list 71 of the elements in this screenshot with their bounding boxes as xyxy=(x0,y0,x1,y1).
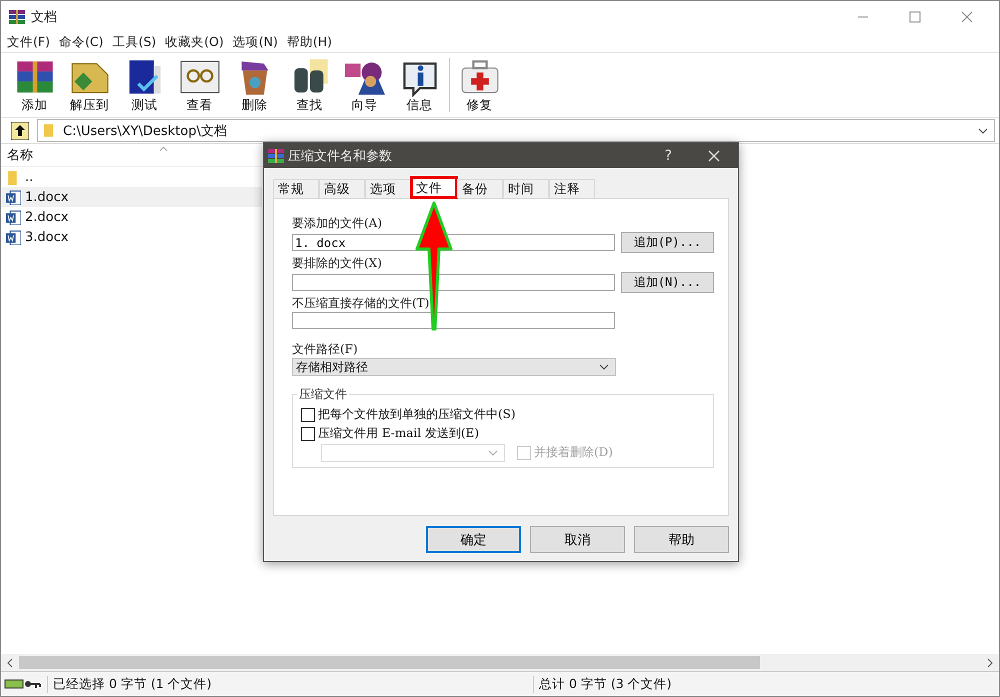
close-icon[interactable] xyxy=(961,10,973,22)
tab[interactable]: 选项 xyxy=(365,179,411,198)
append-button[interactable]: 追加(P)... xyxy=(621,232,714,253)
window-title: 文档 xyxy=(31,8,57,26)
field-label: 要添加的文件(A) xyxy=(292,215,384,232)
help-button[interactable]: ? xyxy=(658,146,678,164)
menu-item[interactable]: 选项(N) xyxy=(232,34,278,50)
word-document-icon xyxy=(6,190,21,204)
toolbar-button[interactable]: 查看 xyxy=(172,56,227,114)
file-row[interactable]: .. xyxy=(1,167,262,187)
file-name: .. xyxy=(25,170,34,184)
app-icon xyxy=(9,10,25,24)
tab[interactable]: 注释 xyxy=(549,179,595,198)
input-field[interactable] xyxy=(292,274,615,291)
tab[interactable]: 时间 xyxy=(503,179,549,198)
dialog-title: 压缩文件名和参数 xyxy=(288,148,392,164)
path-dropdown[interactable]: 存储相对路径 xyxy=(292,358,616,376)
dialog-button[interactable]: 取消 xyxy=(530,526,625,553)
toolbar-button[interactable]: 查找 xyxy=(282,56,337,114)
tab[interactable]: 备份 xyxy=(457,179,503,198)
file-name: 1.docx xyxy=(25,190,68,204)
tab[interactable]: 高级 xyxy=(319,179,365,198)
dropdown-caret-icon xyxy=(978,128,988,134)
file-name: 2.docx xyxy=(25,210,68,224)
menu-item[interactable]: 文件(F) xyxy=(7,34,50,50)
scroll-left-icon[interactable] xyxy=(6,658,14,668)
dropdown-caret-icon xyxy=(488,450,498,456)
field-label: 要排除的文件(X) xyxy=(292,255,383,272)
scroll-right-icon[interactable] xyxy=(986,658,994,668)
input-field[interactable]: 1. docx xyxy=(292,234,615,251)
maximize-icon[interactable] xyxy=(909,10,921,22)
file-row[interactable]: 3.docx xyxy=(1,227,262,247)
scrollbar-thumb[interactable] xyxy=(19,656,760,669)
toolbar-button[interactable]: 测试 xyxy=(117,56,172,114)
group-title: 压缩文件 xyxy=(297,386,349,403)
append-button[interactable]: 追加(N)... xyxy=(621,272,714,293)
column-header[interactable]: 名称 xyxy=(1,146,33,164)
up-folder-icon[interactable] xyxy=(11,122,29,140)
tab[interactable]: 常规 xyxy=(273,179,319,198)
path-field[interactable]: C:\Users\XY\Desktop\文档 xyxy=(37,119,995,142)
file-row[interactable]: 2.docx xyxy=(1,207,262,227)
status-text: 已经选择 0 字节 (1 个文件) xyxy=(47,676,533,692)
word-document-icon xyxy=(6,210,21,224)
folder-icon xyxy=(44,124,53,137)
status-text: 总计 0 字节 (3 个文件) xyxy=(533,676,672,692)
checkbox-label: 把每个文件放到单独的压缩文件中(S) xyxy=(318,406,516,423)
checkbox-label: 并接着删除(D) xyxy=(534,444,613,461)
checkbox[interactable] xyxy=(301,426,315,440)
checkbox-label: 压缩文件用 E-mail 发送到(E) xyxy=(318,425,479,442)
menu-item[interactable]: 命令(C) xyxy=(58,34,104,50)
checkbox[interactable] xyxy=(301,408,315,422)
word-document-icon xyxy=(6,230,21,244)
toolbar-button[interactable]: 解压到 xyxy=(62,56,117,114)
toolbar-button[interactable]: 修复 xyxy=(452,56,507,114)
tab[interactable]: 文件 xyxy=(411,177,457,198)
dialog-button[interactable]: 确定 xyxy=(426,526,521,553)
dialog-button[interactable]: 帮助 xyxy=(634,526,729,553)
dropdown-caret-icon xyxy=(599,364,609,370)
field-label: 不压缩直接存储的文件(T) xyxy=(292,295,430,312)
input-field[interactable] xyxy=(292,312,615,329)
menu-item[interactable]: 帮助(H) xyxy=(286,34,332,50)
toolbar-button[interactable]: 添加 xyxy=(7,56,62,114)
field-label: 文件路径(F) xyxy=(292,341,359,358)
toolbar-button[interactable]: 信息 xyxy=(392,56,447,114)
app-icon xyxy=(268,148,284,162)
file-name: 3.docx xyxy=(25,230,68,244)
menu-item[interactable]: 收藏夹(O) xyxy=(165,34,224,50)
toolbar-button[interactable]: 删除 xyxy=(227,56,282,114)
file-row[interactable]: 1.docx xyxy=(1,187,262,207)
menu-item[interactable]: 工具(S) xyxy=(112,34,156,50)
toolbar-button[interactable]: 向导 xyxy=(337,56,392,114)
